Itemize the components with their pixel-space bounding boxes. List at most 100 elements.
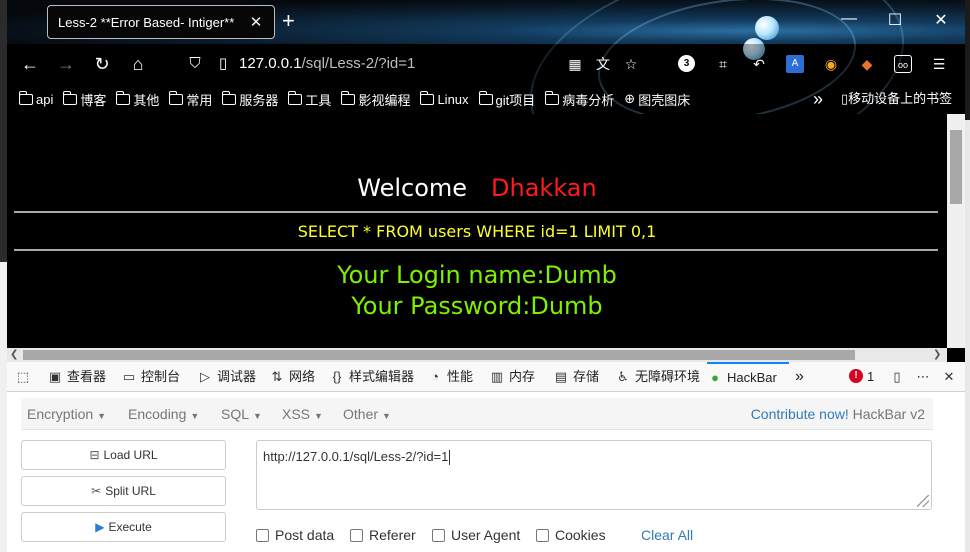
tab-performance[interactable]: ◔ 性能	[427, 362, 473, 392]
crop-icon[interactable]: ⌗	[714, 55, 732, 73]
close-tab-icon[interactable]: ✕	[248, 13, 264, 31]
tab-debugger[interactable]: ▷ 调试器	[197, 362, 256, 392]
url-host: 127.0.0.1	[239, 55, 302, 72]
bookmark-item[interactable]: 病毒分析	[545, 90, 614, 109]
error-icon[interactable]: !	[849, 369, 863, 383]
tab-hackbar[interactable]: ● HackBar	[707, 362, 789, 392]
tab-style-editor[interactable]: {} 样式编辑器	[329, 362, 414, 392]
tab-inspector[interactable]: ▣ 查看器	[47, 362, 106, 392]
folder-icon	[478, 90, 493, 105]
qr-code-icon[interactable]: ▦	[566, 55, 584, 73]
fox-extension-icon[interactable]: ◆	[858, 55, 876, 73]
shield-icon[interactable]: ⛉	[183, 53, 207, 75]
dock-icon[interactable]: ▯	[889, 362, 909, 392]
debugger-icon: ▷	[200, 369, 210, 384]
menu-icon[interactable]: ☰	[930, 55, 948, 73]
clear-all-link[interactable]: Clear All	[641, 527, 693, 543]
close-window-button[interactable]: ✕	[931, 10, 951, 30]
horizontal-scrollbar[interactable]: ❮ ❯	[7, 348, 947, 362]
bookmark-item[interactable]: 其他	[116, 90, 159, 109]
cookies-checkbox[interactable]: Cookies	[536, 527, 606, 543]
mobile-bookmarks[interactable]: ▯移动设备上的书签	[841, 84, 952, 114]
scroll-thumb[interactable]	[23, 350, 855, 360]
menu-encoding[interactable]: Encoding ▼	[128, 398, 199, 430]
user-agent-checkbox[interactable]: User Agent	[432, 527, 520, 543]
resize-handle[interactable]	[917, 495, 929, 507]
navigation-bar: ← → ↻ ⌂ ⛉ ▯ 127.0.0.1/sql/Less-2/?id=1 ▦…	[7, 44, 965, 84]
menu-other[interactable]: Other ▼	[343, 398, 391, 430]
address-bar[interactable]: 127.0.0.1/sql/Less-2/?id=1	[239, 55, 415, 72]
vertical-scrollbar[interactable]	[947, 114, 965, 348]
tampermonkey-icon[interactable]: ◉	[822, 55, 840, 73]
reader-extension-icon[interactable]: oo	[894, 55, 912, 73]
maximize-button[interactable]: ☐	[885, 10, 905, 30]
bookmark-item[interactable]: 工具	[288, 90, 331, 109]
forward-button[interactable]: →	[54, 53, 78, 75]
close-devtools-icon[interactable]: ✕	[941, 362, 961, 392]
bookmark-item[interactable]: ⊕ 图壳图床	[624, 90, 690, 109]
hackbar-icon: ●	[711, 370, 719, 385]
globe-icon: ⊕	[624, 91, 636, 106]
hackbar-panel: Encryption ▼ Encoding ▼ SQL ▼ XSS ▼ Other ▼ C…	[7, 392, 965, 552]
folder-icon	[63, 90, 78, 105]
inspector-icon: ▣	[48, 369, 62, 384]
translate-icon[interactable]: 文	[594, 55, 612, 73]
bookmark-item[interactable]: api	[19, 90, 53, 107]
reload-button[interactable]: ↻	[90, 53, 114, 75]
welcome-heading: Welcome Dhakkan	[7, 174, 947, 202]
bookmark-item[interactable]: 服务器	[222, 90, 278, 109]
error-count: 1	[867, 369, 875, 384]
tab-memory[interactable]: ▥ 内存	[489, 362, 535, 392]
divider	[14, 211, 938, 213]
element-picker-icon[interactable]: ⬚	[15, 362, 35, 392]
tab-network[interactable]: ⇅ 网络	[269, 362, 315, 392]
contribute-link[interactable]: Contribute now!	[751, 406, 849, 422]
translator-extension-icon[interactable]: A	[786, 55, 804, 73]
home-button[interactable]: ⌂	[126, 53, 150, 75]
execute-button[interactable]: ▶ Execute	[21, 512, 226, 542]
tab-storage[interactable]: ▤ 存储	[553, 362, 599, 392]
tab-console[interactable]: ▭ 控制台	[121, 362, 180, 392]
bookmark-item[interactable]: git项目	[478, 90, 535, 109]
more-bookmarks-button[interactable]: »	[813, 84, 823, 114]
accessibility-icon: ♿	[617, 369, 629, 384]
menu-xss[interactable]: XSS ▼	[282, 398, 323, 430]
split-url-button[interactable]: ✂ Split URL	[21, 476, 226, 506]
tab-title: Less-2 **Error Based- Intiger**	[58, 14, 235, 30]
folder-icon	[341, 90, 356, 105]
post-data-checkbox[interactable]: Post data	[256, 527, 334, 543]
bookmark-star-icon[interactable]: ☆	[622, 55, 640, 73]
extension-badge-icon[interactable]: 3	[678, 55, 695, 72]
load-url-button[interactable]: ⊟ Load URL	[21, 440, 226, 470]
folder-icon	[420, 90, 435, 105]
referer-checkbox[interactable]: Referer	[350, 527, 416, 543]
bookmark-item[interactable]: 博客	[63, 90, 106, 109]
network-icon: ⇅	[271, 369, 283, 384]
minimize-button[interactable]: —	[839, 10, 859, 28]
new-tab-button[interactable]: +	[282, 10, 295, 32]
menu-sql[interactable]: SQL ▼	[221, 398, 262, 430]
more-tabs-icon[interactable]: »	[795, 362, 804, 392]
welcome-name: Dhakkan	[491, 174, 597, 202]
folder-icon	[169, 90, 184, 105]
scroll-left-icon[interactable]: ❮	[10, 348, 18, 362]
bookmark-item[interactable]: 影视编程	[341, 90, 410, 109]
url-textarea[interactable]: http://127.0.0.1/sql/Less-2/?id=1	[256, 440, 932, 510]
scroll-thumb[interactable]	[950, 130, 962, 204]
chevron-down-icon: ▼	[253, 411, 262, 421]
theme-orb	[755, 16, 779, 40]
bookmark-item[interactable]: Linux	[420, 90, 469, 107]
scissors-icon: ✂	[91, 484, 102, 498]
divider	[14, 249, 938, 251]
back-button[interactable]: ←	[18, 53, 42, 75]
scroll-right-icon[interactable]: ❯	[933, 348, 941, 362]
page-icon: ▯	[218, 55, 228, 72]
folder-icon	[19, 90, 33, 105]
devtools-toolbar: ⬚ ▣ 查看器 ▭ 控制台 ▷ 调试器 ⇅ 网络 {} 样式编辑器 ◔ 性能 ▥ 内存 ▤ 存储…	[7, 362, 965, 392]
browser-tab[interactable]: Less-2 **Error Based- Intiger** ✕	[47, 5, 275, 39]
menu-encryption[interactable]: Encryption ▼	[27, 398, 106, 430]
bookmark-item[interactable]: 常用	[169, 90, 212, 109]
undo-icon[interactable]: ↶	[750, 55, 768, 73]
options-icon[interactable]: ⋯	[915, 362, 935, 392]
tab-accessibility[interactable]: ♿ 无障碍环境	[615, 362, 700, 392]
